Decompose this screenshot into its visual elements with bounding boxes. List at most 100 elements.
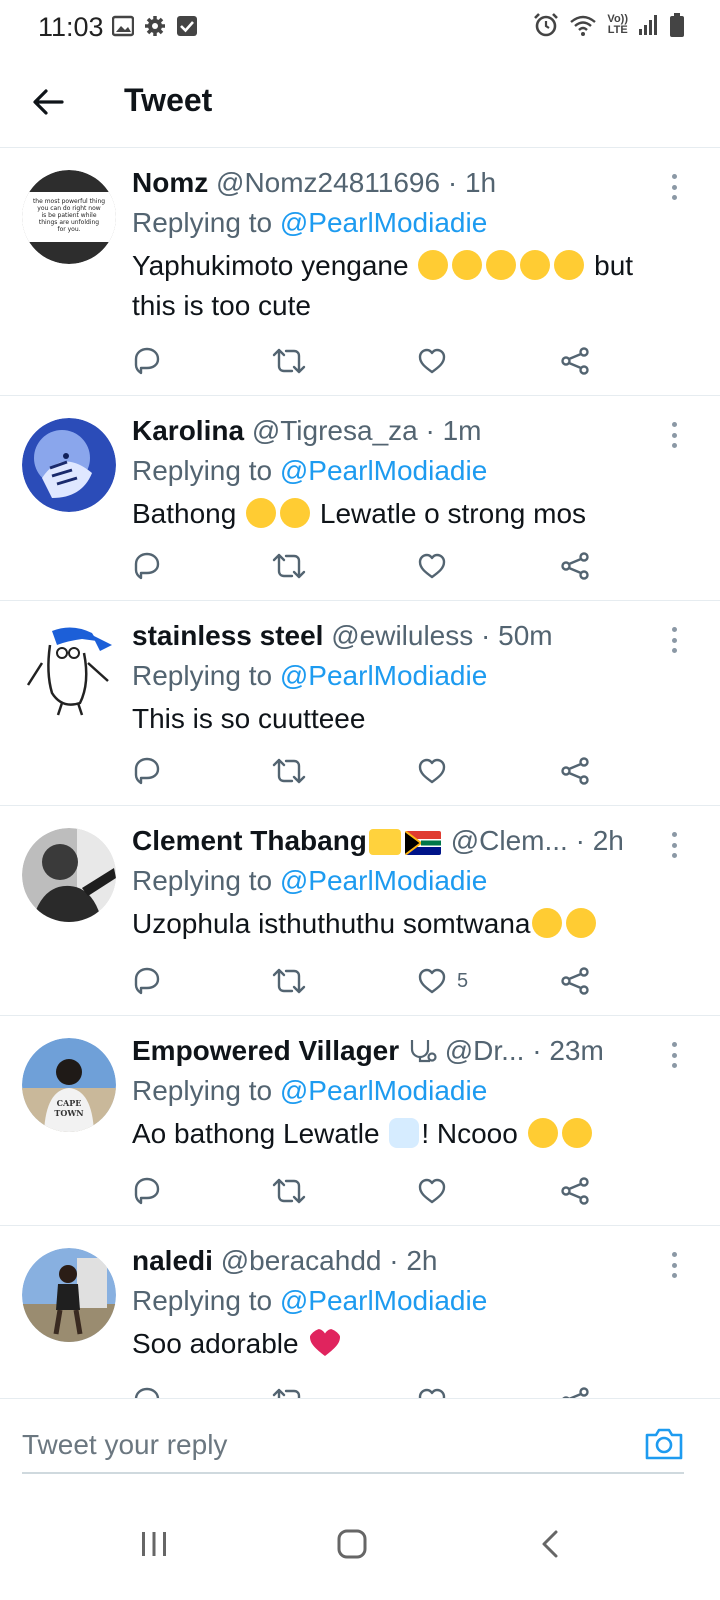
- heart-icon: [418, 968, 446, 994]
- avatar[interactable]: [22, 623, 116, 717]
- user-handle[interactable]: @Nomz24811696: [216, 167, 440, 198]
- share-button[interactable]: [560, 754, 590, 788]
- tears-of-joy-emoji-icon: [246, 498, 277, 528]
- heart-icon: [418, 758, 446, 784]
- more-options-icon[interactable]: [670, 627, 678, 653]
- display-name[interactable]: Clement Thabang: [132, 825, 367, 856]
- user-handle[interactable]: @ewiluless: [331, 620, 473, 651]
- tweet-content: Empowered Villager @Dr... · 23m Replying…: [132, 1034, 678, 1154]
- back-nav-button[interactable]: [520, 1514, 580, 1574]
- replying-to: Replying to @PearlModiadie: [132, 1072, 678, 1110]
- user-handle[interactable]: @Clem...: [451, 825, 568, 856]
- reply-button[interactable]: [132, 754, 162, 788]
- relative-time: · 23m: [532, 1035, 604, 1066]
- retweet-button[interactable]: [272, 1384, 306, 1398]
- avatar[interactable]: [22, 828, 116, 922]
- mention-link[interactable]: @PearlModiadie: [280, 207, 487, 238]
- tweet-content: naledi @beracahdd · 2h Replying to @Pear…: [132, 1244, 678, 1364]
- tweet-header: naledi @beracahdd · 2h: [132, 1244, 678, 1278]
- like-button[interactable]: 5: [417, 964, 468, 998]
- display-name[interactable]: naledi: [132, 1245, 213, 1276]
- user-handle[interactable]: @Tigresa_za: [252, 415, 418, 446]
- tweet-content: Nomz @Nomz24811696 · 1h Replying to @Pea…: [132, 166, 678, 326]
- replying-to: Replying to @PearlModiadie: [132, 204, 678, 242]
- tweet-header: Nomz @Nomz24811696 · 1h: [132, 166, 678, 200]
- share-button[interactable]: [560, 1384, 590, 1398]
- reply-tweet[interactable]: CAPE TOWN Empowered Villager @Dr... · 23…: [0, 1016, 720, 1226]
- tweet-text: Ao bathong Lewatle ! Ncooo: [132, 1114, 678, 1154]
- reply-button[interactable]: [132, 549, 162, 583]
- rofl-emoji-icon: [486, 250, 517, 280]
- system-navigation-bar: [0, 1488, 720, 1600]
- mention-link[interactable]: @PearlModiadie: [280, 1075, 487, 1106]
- relative-time: · 2h: [389, 1245, 438, 1276]
- more-options-icon[interactable]: [670, 174, 678, 200]
- more-options-icon[interactable]: [670, 1252, 678, 1278]
- reply-input[interactable]: Tweet your reply: [22, 1429, 227, 1461]
- camera-button[interactable]: [644, 1425, 684, 1461]
- display-name[interactable]: stainless steel: [132, 620, 323, 651]
- mention-link[interactable]: @PearlModiadie: [280, 660, 487, 691]
- like-button[interactable]: [417, 549, 457, 583]
- mention-link[interactable]: @PearlModiadie: [280, 1285, 487, 1316]
- reply-tweet[interactable]: the most powerful thing you can do right…: [0, 148, 720, 396]
- replying-to-prefix: Replying to: [132, 207, 280, 238]
- retweet-button[interactable]: [272, 964, 306, 998]
- like-button[interactable]: [417, 754, 457, 788]
- checkbox-icon: [177, 16, 197, 36]
- avatar[interactable]: [22, 1248, 116, 1342]
- reply-button[interactable]: [132, 344, 162, 378]
- reply-button[interactable]: [132, 964, 162, 998]
- avatar-5-line-2: TOWN: [54, 1108, 83, 1118]
- reply-tweet[interactable]: naledi @beracahdd · 2h Replying to @Pear…: [0, 1226, 720, 1398]
- tweet-text-suffix: ! Ncooo: [421, 1118, 518, 1149]
- south-africa-flag-icon: [404, 831, 441, 855]
- share-button[interactable]: [560, 964, 590, 998]
- retweet-button[interactable]: [272, 344, 306, 378]
- stethoscope-icon: [410, 1040, 437, 1063]
- tweet-actions: [132, 344, 612, 378]
- reply-tweet[interactable]: Clement Thabang @Clem... · 2h Replying t…: [0, 806, 720, 1016]
- recent-apps-button[interactable]: [124, 1514, 184, 1574]
- like-button[interactable]: [417, 1174, 457, 1208]
- more-options-icon[interactable]: [670, 1042, 678, 1068]
- avatar[interactable]: the most powerful thing you can do right…: [22, 170, 116, 264]
- avatar-1-line-5: for you.: [57, 226, 80, 233]
- avatar[interactable]: CAPE TOWN: [22, 1038, 116, 1132]
- reply-button[interactable]: [132, 1384, 162, 1398]
- tweet-text-part: This is so cuutteee: [132, 703, 366, 734]
- more-options-icon[interactable]: [670, 832, 678, 858]
- share-button[interactable]: [560, 1174, 590, 1208]
- mention-link[interactable]: @PearlModiadie: [280, 455, 487, 486]
- share-button[interactable]: [560, 549, 590, 583]
- home-button[interactable]: [322, 1514, 382, 1574]
- pleading-face-emoji-icon: [561, 1118, 592, 1148]
- like-button[interactable]: [417, 344, 457, 378]
- tweet-content: Clement Thabang @Clem... · 2h Replying t…: [132, 824, 678, 944]
- like-button[interactable]: [417, 1384, 457, 1398]
- replies-list[interactable]: the most powerful thing you can do right…: [0, 148, 720, 1398]
- retweet-button[interactable]: [272, 1174, 306, 1208]
- reply-tweet[interactable]: stainless steel @ewiluless · 50m Replyin…: [0, 601, 720, 806]
- retweet-button[interactable]: [272, 754, 306, 788]
- user-handle[interactable]: @Dr...: [445, 1035, 525, 1066]
- more-options-icon[interactable]: [670, 422, 678, 448]
- back-button[interactable]: [28, 82, 68, 122]
- share-button[interactable]: [560, 344, 590, 378]
- retweet-button[interactable]: [272, 549, 306, 583]
- avatar[interactable]: [22, 418, 116, 512]
- tweet-header: Clement Thabang @Clem... · 2h: [132, 824, 678, 858]
- replying-to-prefix: Replying to: [132, 455, 280, 486]
- display-name[interactable]: Karolina: [132, 415, 244, 446]
- reply-tweet[interactable]: Karolina @Tigresa_za · 1m Replying to @P…: [0, 396, 720, 601]
- reply-button[interactable]: [132, 1174, 162, 1208]
- tweet-text-part: Soo adorable: [132, 1328, 299, 1359]
- reply-composer[interactable]: Tweet your reply: [0, 1398, 720, 1488]
- crown-emoji-icon: [368, 829, 401, 855]
- mention-link[interactable]: @PearlModiadie: [280, 865, 487, 896]
- display-name[interactable]: Empowered Villager: [132, 1035, 399, 1066]
- home-icon: [337, 1529, 367, 1559]
- retweet-icon: [272, 348, 306, 374]
- user-handle[interactable]: @beracahdd: [221, 1245, 382, 1276]
- display-name[interactable]: Nomz: [132, 167, 208, 198]
